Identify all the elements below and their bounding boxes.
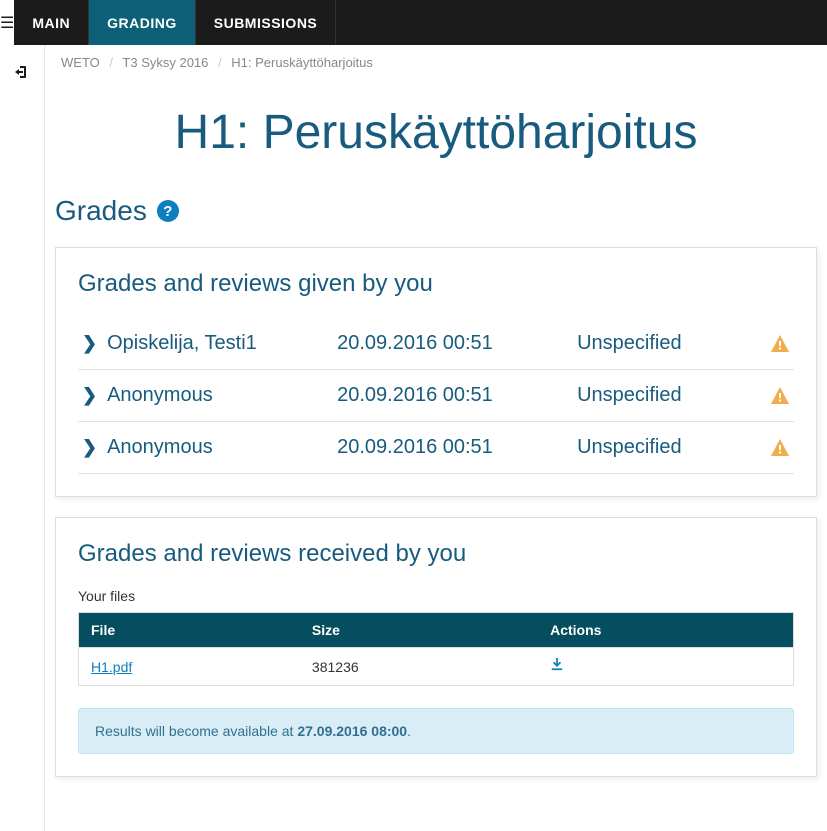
breadcrumb-current: H1: Peruskäyttöharjoitus [231,55,373,70]
page-title: H1: Peruskäyttöharjoitus [45,105,827,160]
file-size: 381236 [300,648,538,686]
breadcrumb-sep: / [109,55,113,70]
chevron-right-icon: ❯ [82,385,97,406]
main-content: WETO / T3 Syksy 2016 / H1: Peruskäyttöha… [45,45,827,831]
warning-icon [770,334,790,354]
review-date: 20.09.2016 00:51 [337,332,577,355]
review-date: 20.09.2016 00:51 [337,436,577,459]
alert-suffix: . [407,723,411,739]
review-row[interactable]: ❯ Anonymous 20.09.2016 00:51 Unspecified [78,370,794,422]
alert-date: 27.09.2016 08:00 [297,723,407,739]
review-name: Anonymous [107,436,337,459]
menu-toggle-button[interactable]: ☰ [0,0,14,45]
breadcrumb: WETO / T3 Syksy 2016 / H1: Peruskäyttöha… [45,45,827,80]
sidebar [0,45,45,831]
tab-submissions[interactable]: SUBMISSIONS [196,0,337,45]
review-row[interactable]: ❯ Opiskelija, Testi1 20.09.2016 00:51 Un… [78,318,794,370]
tab-main[interactable]: MAIN [14,0,89,45]
help-icon[interactable]: ? [157,200,179,222]
grades-heading-text: Grades [55,195,147,227]
download-icon[interactable] [550,658,564,675]
warning-icon [770,438,790,458]
breadcrumb-sep: / [218,55,222,70]
tab-grading[interactable]: GRADING [89,0,196,45]
breadcrumb-course[interactable]: T3 Syksy 2016 [122,55,208,70]
files-table: File Size Actions H1.pdf 381236 [78,612,794,686]
panel-given-title: Grades and reviews given by you [78,270,794,298]
nav-tabs: MAIN GRADING SUBMISSIONS [14,0,827,45]
review-date: 20.09.2016 00:51 [337,384,577,407]
review-status: Unspecified [577,436,770,459]
panel-given: Grades and reviews given by you ❯ Opiske… [55,247,817,497]
review-status: Unspecified [577,332,770,355]
logout-button[interactable] [0,53,44,91]
alert-prefix: Results will become available at [95,723,297,739]
logout-icon [14,64,30,80]
breadcrumb-root[interactable]: WETO [61,55,100,70]
col-size: Size [300,613,538,648]
files-label: Your files [78,588,794,604]
col-file: File [79,613,300,648]
warning-icon [770,386,790,406]
review-name: Anonymous [107,384,337,407]
hamburger-icon: ☰ [0,13,14,33]
panel-received-title: Grades and reviews received by you [78,540,794,568]
results-alert: Results will become available at 27.09.2… [78,708,794,754]
chevron-right-icon: ❯ [82,333,97,354]
review-row[interactable]: ❯ Anonymous 20.09.2016 00:51 Unspecified [78,422,794,474]
col-actions: Actions [538,613,793,648]
review-name: Opiskelija, Testi1 [107,332,337,355]
review-status: Unspecified [577,384,770,407]
chevron-right-icon: ❯ [82,437,97,458]
file-row: H1.pdf 381236 [79,648,794,686]
panel-received: Grades and reviews received by you Your … [55,517,817,777]
grades-heading: Grades ? [45,195,827,227]
file-link[interactable]: H1.pdf [91,659,132,675]
